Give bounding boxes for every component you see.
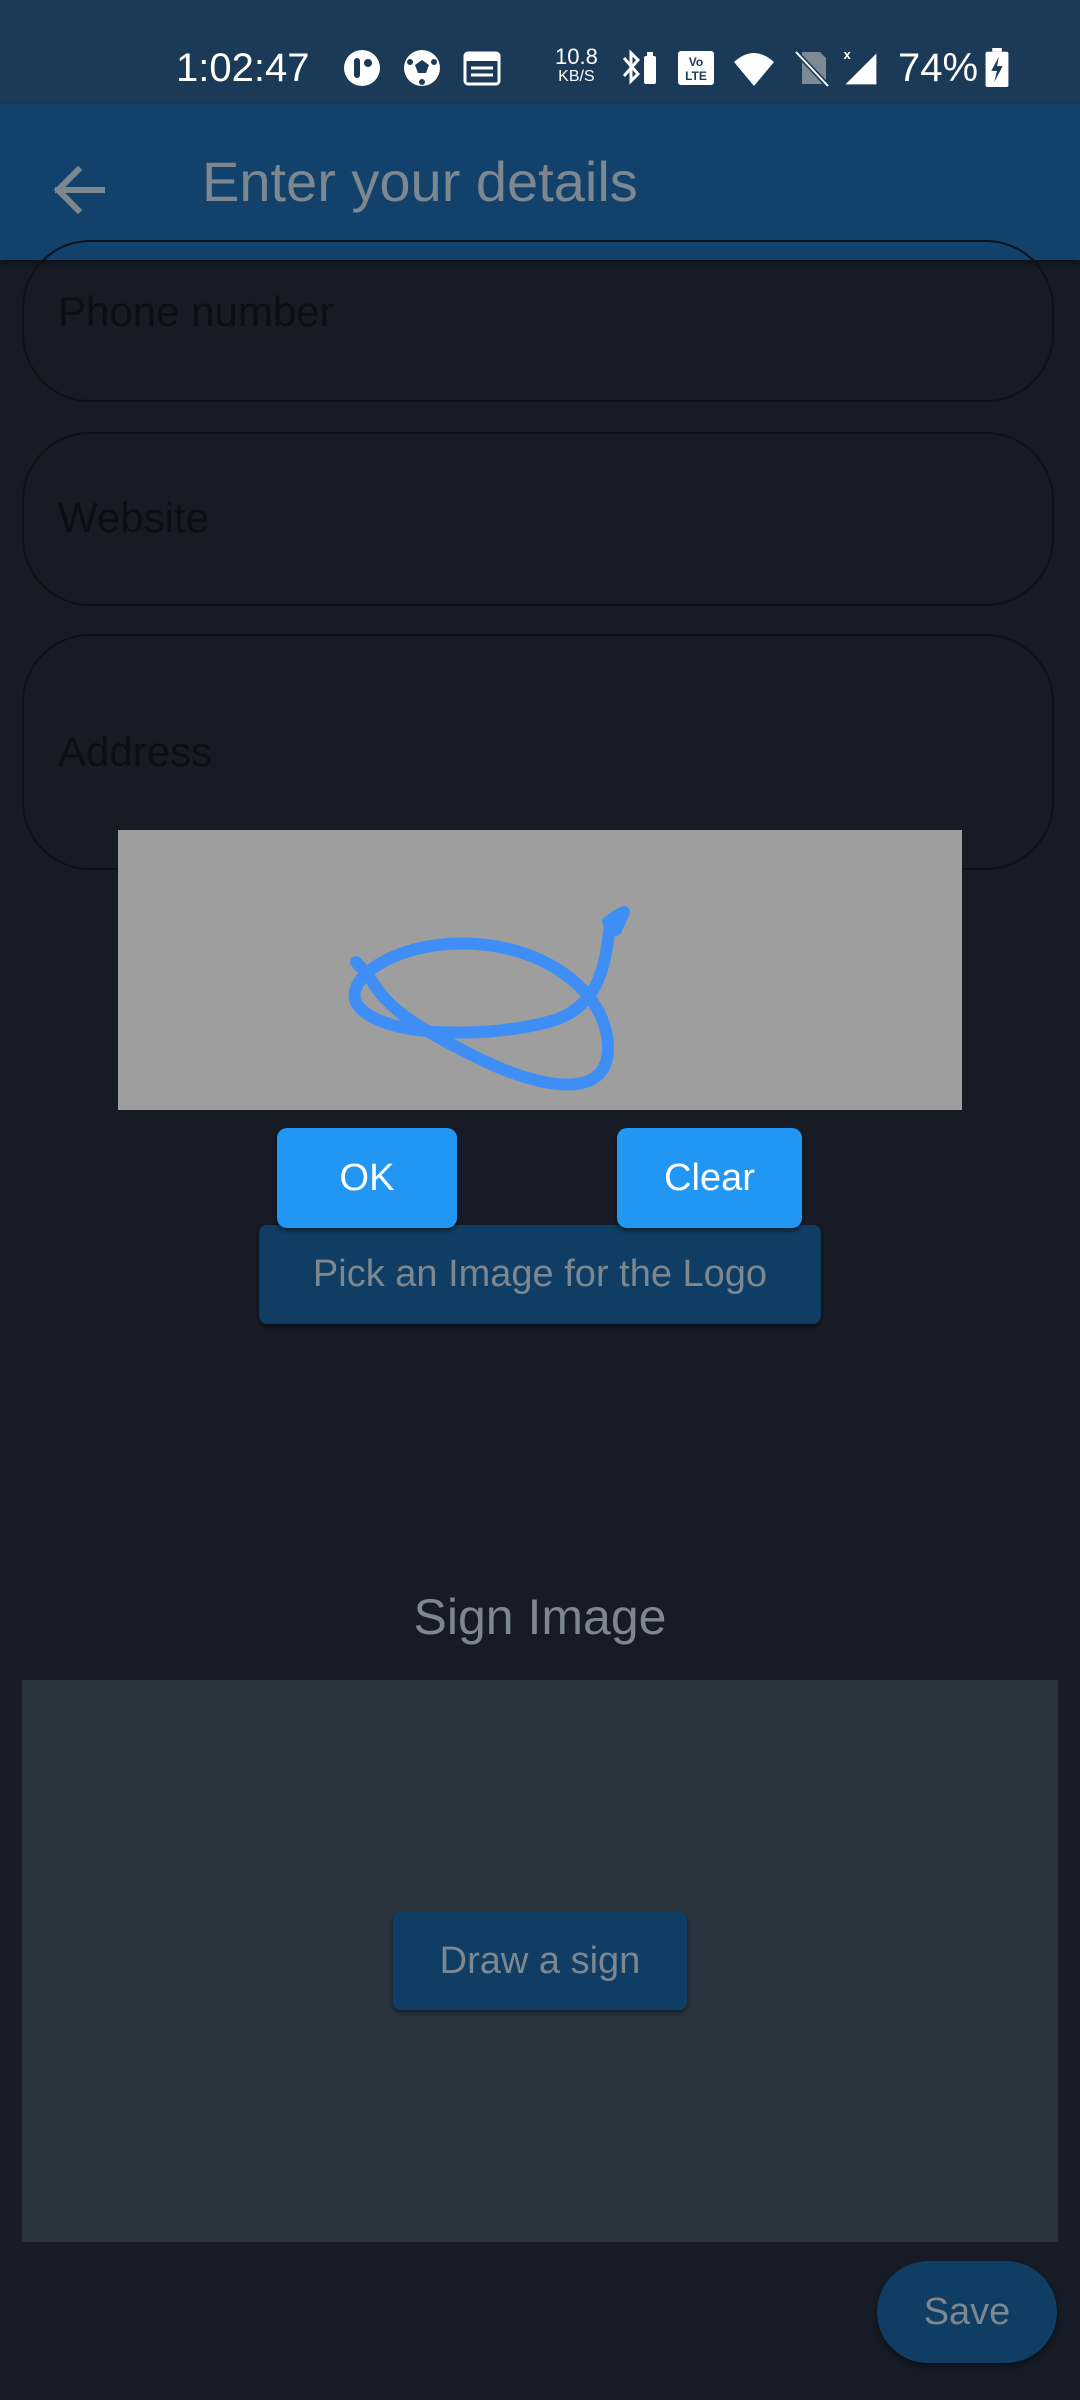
net-speed: 10.8 KB/S xyxy=(555,46,598,86)
pick-logo-image-button[interactable]: Pick an Image for the Logo xyxy=(259,1225,821,1324)
website-field[interactable]: Website xyxy=(22,432,1054,606)
app-notification-icon xyxy=(344,50,380,86)
net-speed-value: 10.8 xyxy=(555,44,598,69)
app-bar: Enter your details xyxy=(0,104,1080,260)
battery-charging-icon xyxy=(985,48,1009,88)
phone-number-label: Phone number xyxy=(58,288,334,335)
signature-canvas[interactable] xyxy=(118,830,962,1110)
arrow-left-icon[interactable] xyxy=(44,154,116,226)
website-label: Website xyxy=(58,494,209,541)
ok-button[interactable]: OK xyxy=(277,1128,457,1228)
net-speed-unit: KB/S xyxy=(558,68,595,85)
calendar-icon xyxy=(463,51,501,86)
svg-text:x: x xyxy=(844,48,851,62)
phone-number-field[interactable]: Phone number xyxy=(22,240,1054,402)
status-time: 1:02:47 xyxy=(176,46,310,90)
wifi-icon xyxy=(734,53,774,86)
draw-sign-button[interactable]: Draw a sign xyxy=(393,1912,687,2010)
save-button[interactable]: Save xyxy=(877,2261,1057,2363)
volte-icon: Vo LTE xyxy=(678,51,714,85)
svg-text:Vo: Vo xyxy=(689,55,703,69)
address-label: Address xyxy=(58,728,213,775)
clear-button[interactable]: Clear xyxy=(617,1128,802,1228)
bluetooth-battery-icon xyxy=(622,49,656,85)
soccer-ball-icon xyxy=(404,50,440,86)
battery-percent: 74% xyxy=(898,46,979,90)
signal-icon: x xyxy=(844,48,877,85)
status-bar: 1:02:47 10.8 KB/S Vo LTE x 74% xyxy=(0,0,1080,104)
sign-image-title: Sign Image xyxy=(413,1589,667,1645)
page-title: Enter your details xyxy=(202,150,638,213)
svg-text:LTE: LTE xyxy=(685,69,707,83)
no-sim-icon xyxy=(794,50,830,88)
signature-stroke xyxy=(348,906,630,1091)
